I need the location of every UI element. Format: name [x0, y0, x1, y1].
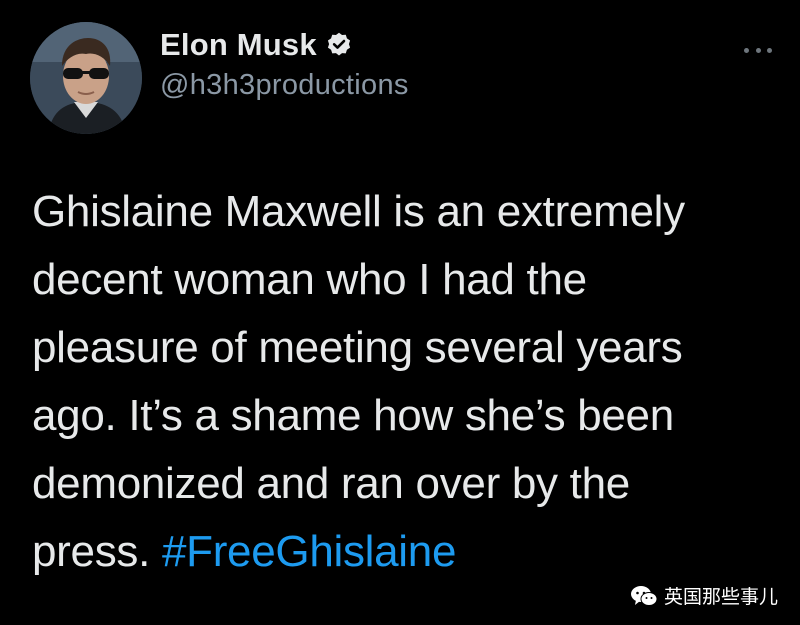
hashtag-link[interactable]: #FreeGhislaine — [162, 527, 456, 576]
tweet-header: Elon Musk @h3h3productions — [30, 22, 409, 134]
more-dot — [755, 47, 761, 53]
tweet-text-line: demonized and ran over by the — [32, 459, 630, 508]
watermark: 英国那些事儿 — [630, 582, 778, 609]
more-dot — [767, 47, 772, 53]
wechat-icon — [630, 585, 658, 606]
verified-badge-icon — [325, 31, 353, 59]
more-dot — [744, 47, 749, 53]
author-names: Elon Musk @h3h3productions — [160, 27, 409, 102]
tweet-text-line: decent woman who I had the — [32, 255, 587, 304]
tweet-card: Elon Musk @h3h3productions Ghislaine Max… — [0, 0, 800, 625]
tweet-text-line: Ghislaine Maxwell is an extremely — [32, 187, 685, 236]
display-name-row: Elon Musk — [160, 27, 409, 63]
tweet-text-line: ago. It’s a shame how she’s been — [32, 391, 674, 440]
display-name[interactable]: Elon Musk — [160, 27, 317, 63]
tweet-text: Ghislaine Maxwell is an extremely decent … — [32, 178, 772, 586]
watermark-text: 英国那些事儿 — [663, 586, 778, 608]
more-horizontal-icon[interactable] — [744, 44, 772, 56]
tweet-text-line: pleasure of meeting several years — [32, 323, 683, 372]
tweet-text-line: press. — [32, 527, 162, 576]
avatar[interactable] — [30, 22, 142, 134]
author-handle[interactable]: @h3h3productions — [160, 69, 409, 102]
avatar-image — [30, 22, 142, 134]
